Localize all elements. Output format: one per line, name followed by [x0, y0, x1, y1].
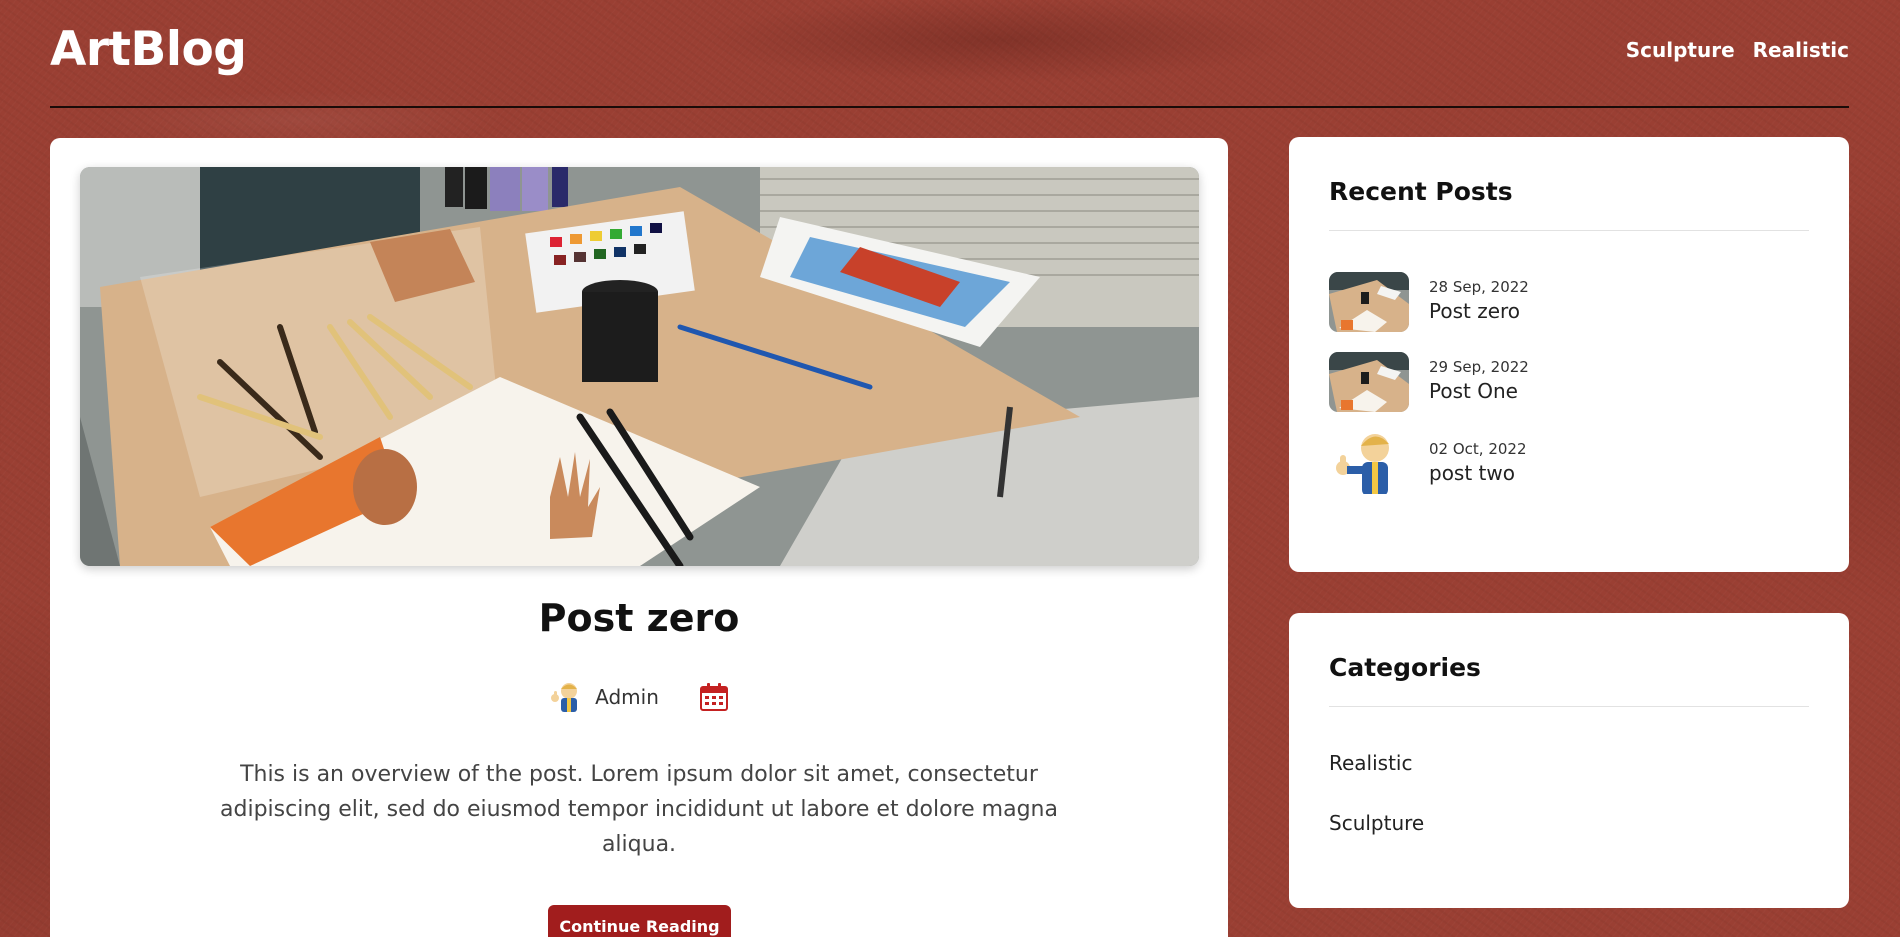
author-avatar [551, 683, 578, 712]
main-nav: Sculpture Realistic [1626, 38, 1849, 62]
recent-posts-widget: Recent Posts 28 Sep, 2022 Post zero 29 S… [1289, 137, 1849, 572]
site-header: ArtBlog Sculpture Realistic [50, 0, 1849, 108]
recent-post-title[interactable]: post two [1429, 461, 1515, 485]
recent-post-item[interactable]: 29 Sep, 2022 Post One [1329, 352, 1809, 414]
recent-post-date: 28 Sep, 2022 [1429, 278, 1529, 296]
recent-post-date: 29 Sep, 2022 [1429, 358, 1529, 376]
post-title[interactable]: Post zero [50, 596, 1228, 640]
author-name[interactable]: Admin [595, 685, 659, 709]
recent-posts-title: Recent Posts [1329, 177, 1513, 206]
recent-post-thumbnail [1329, 272, 1409, 332]
categories-title: Categories [1329, 653, 1481, 682]
post-hero-image[interactable] [80, 167, 1199, 566]
divider [1329, 706, 1809, 707]
post-excerpt: This is an overview of the post. Lorem i… [220, 762, 1058, 857]
nav-link-sculpture[interactable]: Sculpture [1626, 38, 1735, 62]
site-logo[interactable]: ArtBlog [50, 22, 247, 77]
continue-reading-button[interactable]: Continue Reading [548, 905, 731, 937]
recent-post-item[interactable]: 02 Oct, 2022 post two [1329, 434, 1809, 496]
categories-widget: Categories Realistic Sculpture [1289, 613, 1849, 908]
recent-post-item[interactable]: 28 Sep, 2022 Post zero [1329, 272, 1809, 334]
thumbs-up-mascot-thumbnail [1329, 434, 1409, 494]
post-meta: Admin [50, 680, 1228, 714]
calendar-icon [699, 683, 728, 711]
recent-post-title[interactable]: Post One [1429, 379, 1518, 403]
category-link-sculpture[interactable]: Sculpture [1329, 811, 1424, 835]
category-link-realistic[interactable]: Realistic [1329, 751, 1413, 775]
recent-post-date: 02 Oct, 2022 [1429, 440, 1527, 458]
nav-link-realistic[interactable]: Realistic [1753, 38, 1849, 62]
divider [1329, 230, 1809, 231]
featured-post-card: Post zero Admin This is an overview of t… [50, 138, 1228, 937]
recent-post-title[interactable]: Post zero [1429, 299, 1520, 323]
recent-post-thumbnail [1329, 352, 1409, 412]
